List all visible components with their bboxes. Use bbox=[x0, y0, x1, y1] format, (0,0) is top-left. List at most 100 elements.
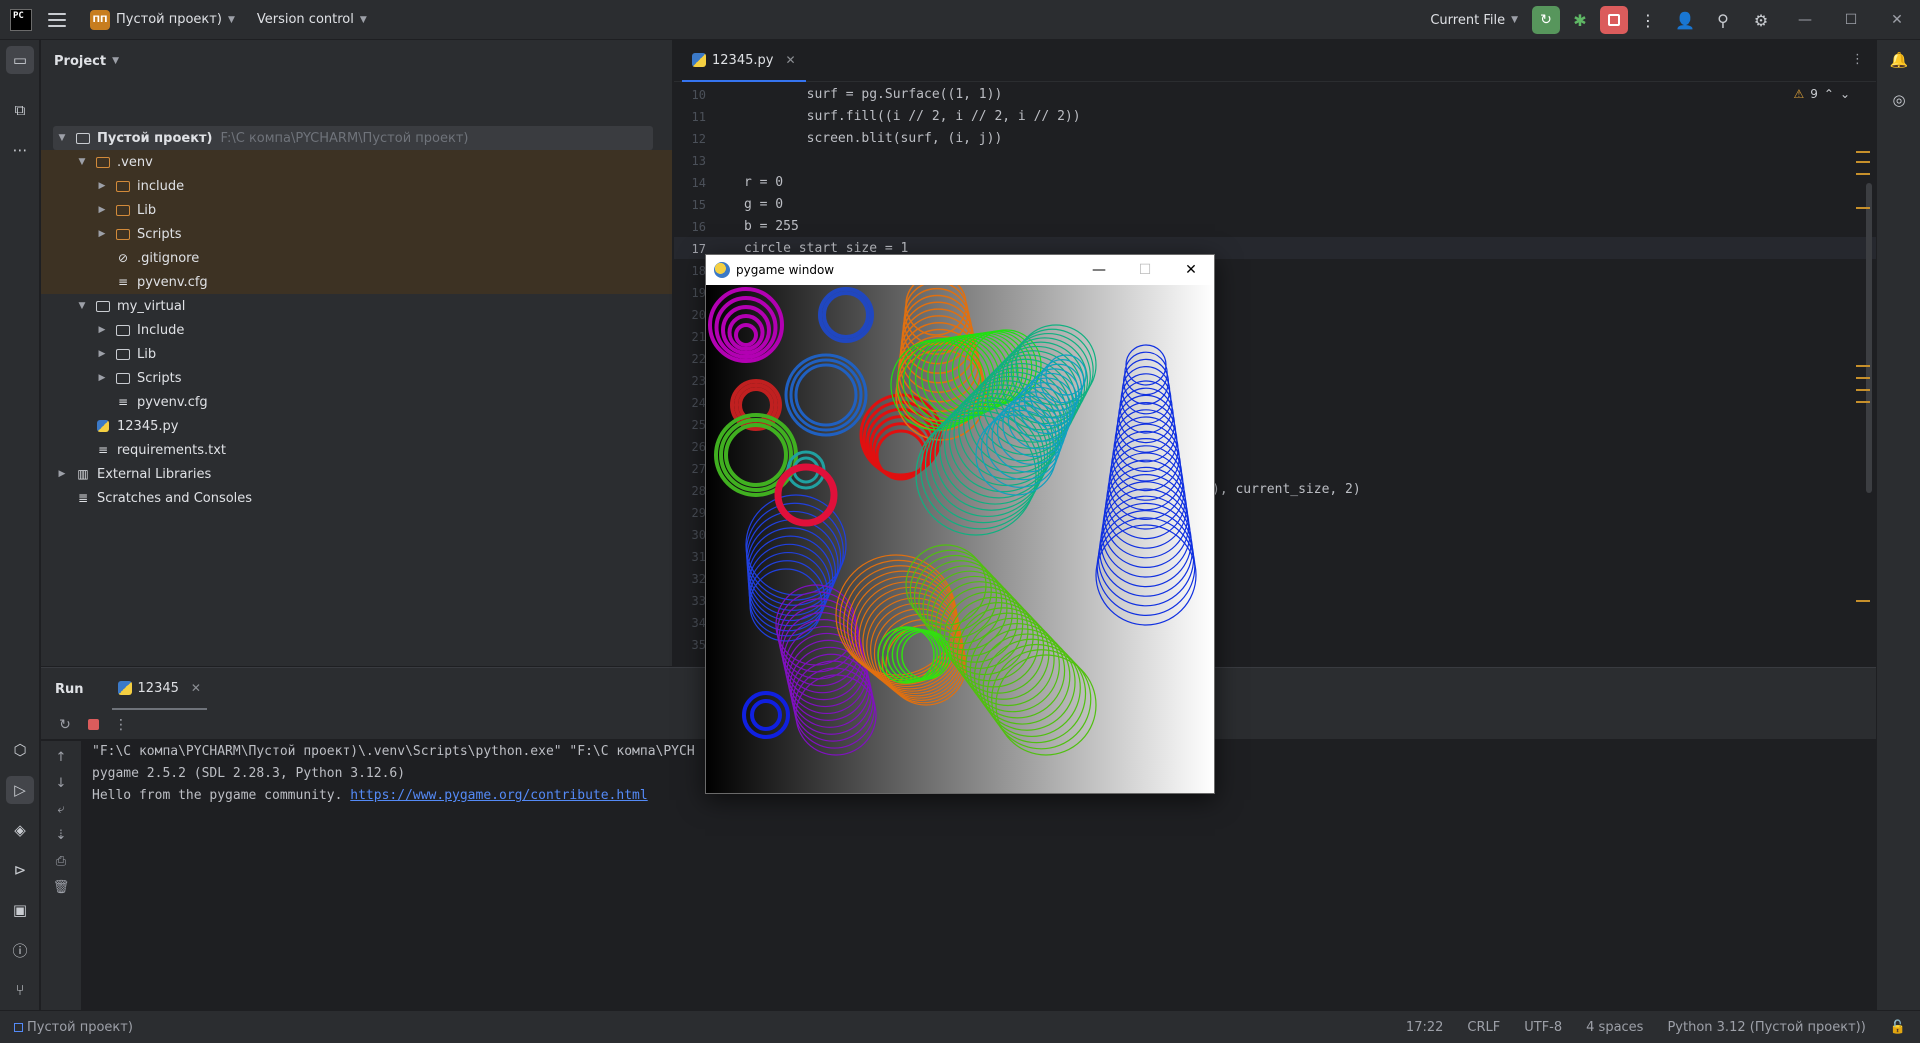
indent-setting[interactable]: 4 spaces bbox=[1586, 1020, 1643, 1035]
inspection-widget[interactable]: ⚠ 9 ⌃ ⌄ bbox=[1793, 87, 1850, 101]
tree-item-label: Include bbox=[137, 322, 185, 338]
tree-item-scripts-2[interactable]: ▶ Scripts bbox=[95, 366, 182, 390]
pygame-close-button[interactable]: ✕ bbox=[1168, 255, 1214, 285]
pygame-window[interactable]: pygame window — ☐ ✕ bbox=[705, 254, 1215, 794]
tree-item-label: 12345.py bbox=[117, 418, 179, 434]
tree-item-external-libraries[interactable]: ▶ ▥ External Libraries bbox=[55, 462, 212, 486]
project-panel-title: Project bbox=[54, 53, 107, 69]
debug-button[interactable]: ✱ bbox=[1566, 6, 1594, 34]
tree-item-scratches[interactable]: ≣ Scratches and Consoles bbox=[75, 486, 252, 510]
add-user-icon[interactable]: 👤 bbox=[1668, 6, 1702, 34]
tree-item-venv[interactable]: ▼ .venv bbox=[75, 150, 153, 174]
tree-item-include-2[interactable]: ▶ Include bbox=[95, 318, 185, 342]
warning-marker[interactable] bbox=[1856, 207, 1870, 209]
status-project[interactable]: Пустой проект) bbox=[14, 1020, 133, 1035]
tree-item-my-virtual[interactable]: ▼ my_virtual bbox=[75, 294, 186, 318]
git-branch-icon[interactable]: ⑂ bbox=[6, 976, 34, 1004]
line-number: 25 bbox=[691, 418, 706, 432]
drawn-circle bbox=[882, 627, 938, 683]
python-packages-icon[interactable]: ⬡ bbox=[6, 736, 34, 764]
line-number: 10 bbox=[691, 88, 706, 102]
settings-gear-icon[interactable]: ⚙ bbox=[1744, 6, 1778, 34]
services-icon[interactable]: ⊳ bbox=[6, 856, 34, 884]
caret-position[interactable]: 17:22 bbox=[1406, 1020, 1443, 1035]
pygame-minimize-button[interactable]: — bbox=[1076, 255, 1122, 285]
warning-marker[interactable] bbox=[1856, 401, 1870, 403]
run-tab-12345[interactable]: 12345 ✕ bbox=[111, 668, 207, 710]
tab-actions-icon[interactable]: ⋮ bbox=[1851, 52, 1864, 67]
close-tab-icon[interactable]: ✕ bbox=[785, 53, 795, 67]
more-actions-icon[interactable]: ⋮ bbox=[1634, 6, 1662, 34]
console-output[interactable]: "F:\С компа\PYCHARM\Пустой проект)\.venv… bbox=[92, 741, 695, 807]
window-minimize-button[interactable]: — bbox=[1782, 0, 1828, 40]
close-tab-icon[interactable]: ✕ bbox=[191, 681, 201, 695]
warning-marker[interactable] bbox=[1856, 151, 1870, 153]
folder-icon bbox=[95, 299, 111, 313]
editor-tab-12345-py[interactable]: 12345.py ✕ bbox=[682, 40, 806, 82]
chevron-down-icon: ▼ bbox=[1511, 15, 1518, 25]
stop-icon[interactable] bbox=[81, 713, 105, 737]
tree-item-root[interactable]: ▼ Пустой проект) F:\С компа\PYCHARM\Пуст… bbox=[55, 126, 469, 150]
contribute-link[interactable]: https://www.pygame.org/contribute.html bbox=[350, 788, 647, 803]
tree-item-lib[interactable]: ▶ Lib bbox=[95, 198, 157, 222]
warning-marker[interactable] bbox=[1856, 161, 1870, 163]
line-number: 14 bbox=[691, 176, 706, 190]
more-tools-icon[interactable]: ⋯ bbox=[6, 136, 34, 164]
chevron-down-icon[interactable]: ⌄ bbox=[1840, 87, 1850, 101]
tree-item-pyvenv-cfg[interactable]: ≡ pyvenv.cfg bbox=[115, 270, 208, 294]
tree-item-pyvenv-cfg-2[interactable]: ≡ pyvenv.cfg bbox=[115, 390, 208, 414]
more-actions-icon[interactable]: ⋮ bbox=[109, 713, 133, 737]
warning-marker[interactable] bbox=[1856, 173, 1870, 175]
layers-icon[interactable]: ◈ bbox=[6, 816, 34, 844]
tree-item-lib-2[interactable]: ▶ Lib bbox=[95, 342, 157, 366]
editor-scrollbar[interactable] bbox=[1866, 183, 1872, 493]
pygame-logo-icon bbox=[714, 262, 730, 278]
run-config-selector[interactable]: Current File ▼ bbox=[1424, 6, 1524, 34]
console-text: Hello from the pygame community. bbox=[92, 788, 351, 803]
rerun-icon[interactable]: ↻ bbox=[53, 713, 77, 737]
window-close-button[interactable]: ✕ bbox=[1874, 0, 1920, 40]
ai-assistant-icon[interactable]: ◎ bbox=[1885, 86, 1913, 114]
project-selector[interactable]: ПП Пустой проект) ▼ bbox=[84, 6, 241, 34]
tree-item-include[interactable]: ▶ include bbox=[95, 174, 185, 198]
warning-marker[interactable] bbox=[1856, 600, 1870, 602]
pygame-canvas[interactable] bbox=[706, 285, 1214, 793]
scroll-to-end-icon[interactable]: ⇣ bbox=[49, 823, 73, 847]
warning-marker[interactable] bbox=[1856, 365, 1870, 367]
window-maximize-button[interactable]: ☐ bbox=[1828, 0, 1874, 40]
rerun-button[interactable]: ↻ bbox=[1532, 6, 1560, 34]
tree-item-scripts[interactable]: ▶ Scripts bbox=[95, 222, 182, 246]
stop-button[interactable] bbox=[1600, 6, 1628, 34]
chevron-up-icon[interactable]: ⌃ bbox=[1824, 87, 1834, 101]
tree-item-12345-py[interactable]: 12345.py bbox=[95, 414, 178, 438]
notifications-bell-icon[interactable]: 🔔 bbox=[1885, 46, 1913, 74]
project-folder-icon[interactable]: ▭ bbox=[6, 46, 34, 74]
run-tool-icon[interactable]: ▷ bbox=[6, 776, 34, 804]
print-icon[interactable]: ⎙ bbox=[49, 849, 73, 873]
warning-marker[interactable] bbox=[1856, 377, 1870, 379]
soft-wrap-icon[interactable]: ⤶ bbox=[49, 797, 73, 821]
console-line-hello: Hello from the pygame community. https:/… bbox=[92, 785, 695, 807]
scroll-up-icon[interactable]: ↑ bbox=[49, 745, 73, 769]
file-encoding[interactable]: UTF-8 bbox=[1524, 1020, 1562, 1035]
lock-icon[interactable]: 🔓 bbox=[1890, 1020, 1906, 1035]
trash-icon[interactable]: 🗑 bbox=[49, 875, 73, 899]
warning-marker[interactable] bbox=[1856, 389, 1870, 391]
search-icon[interactable]: ⚲ bbox=[1706, 6, 1740, 34]
problems-icon[interactable]: ⓘ bbox=[6, 936, 34, 964]
version-control-selector[interactable]: Version control ▼ bbox=[251, 6, 373, 34]
project-panel-header[interactable]: Project ▼ bbox=[41, 40, 672, 82]
pygame-maximize-button[interactable]: ☐ bbox=[1122, 255, 1168, 285]
chevron-right-icon: ▶ bbox=[98, 325, 106, 335]
scroll-down-icon[interactable]: ↓ bbox=[49, 771, 73, 795]
main-menu-icon[interactable] bbox=[48, 12, 66, 27]
line-separator[interactable]: CRLF bbox=[1467, 1020, 1500, 1035]
python-interpreter[interactable]: Python 3.12 (Пустой проект)) bbox=[1667, 1020, 1865, 1035]
tree-item-requirements[interactable]: ≡ requirements.txt bbox=[95, 438, 226, 462]
chevron-down-icon: ▼ bbox=[227, 14, 235, 25]
tree-item-gitignore[interactable]: ⊘ .gitignore bbox=[115, 246, 199, 270]
structure-icon[interactable]: ⧉ bbox=[6, 96, 34, 124]
terminal-icon[interactable]: ▣ bbox=[6, 896, 34, 924]
drawn-circle bbox=[886, 627, 942, 683]
drawn-circle bbox=[1105, 466, 1188, 549]
